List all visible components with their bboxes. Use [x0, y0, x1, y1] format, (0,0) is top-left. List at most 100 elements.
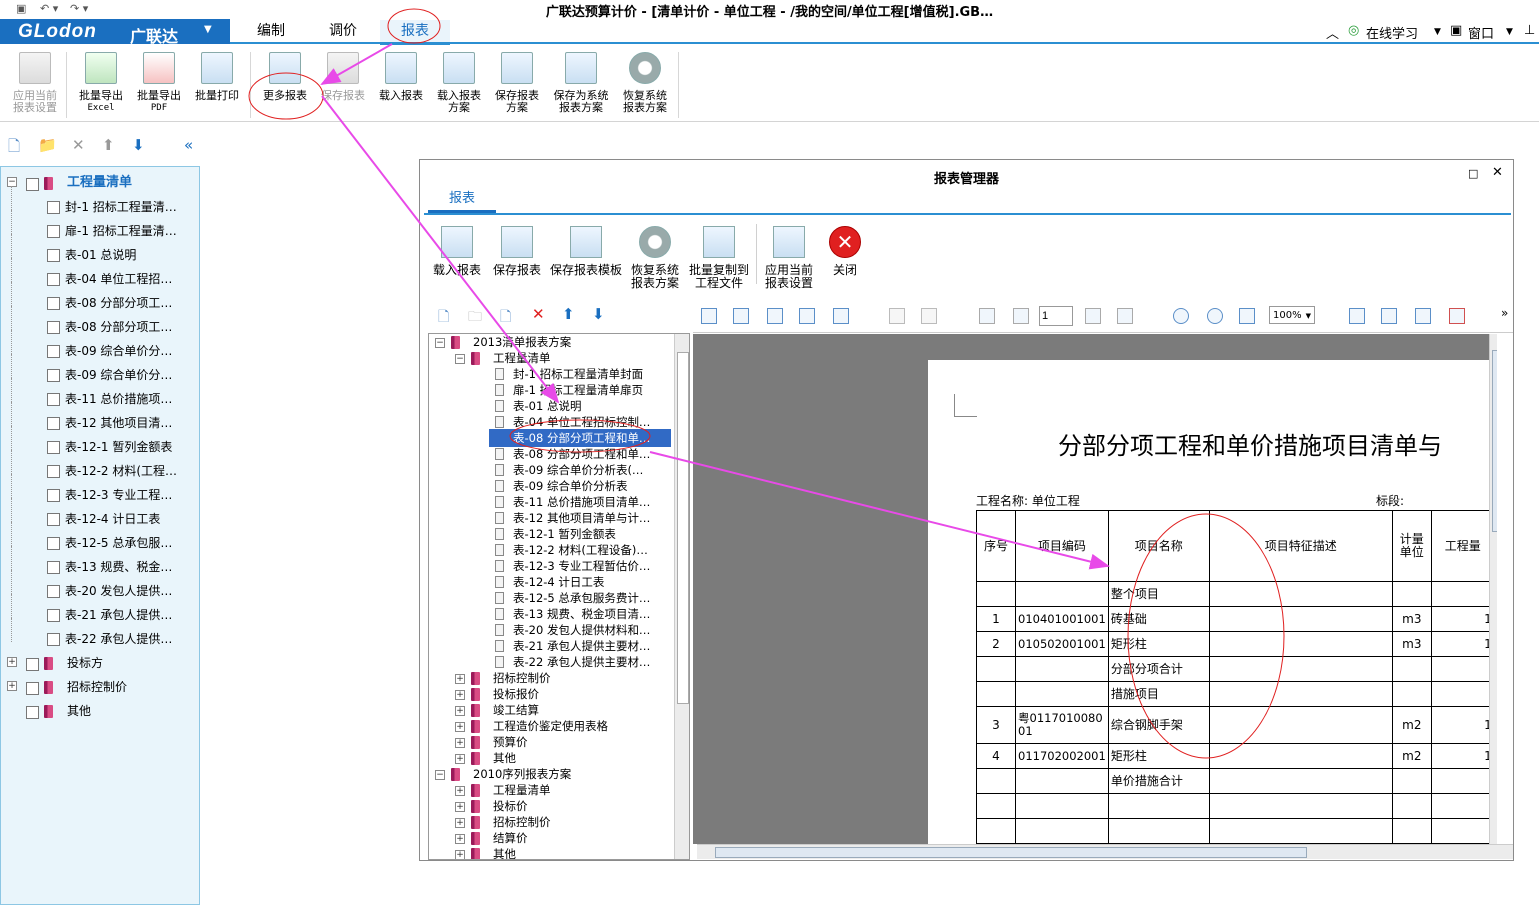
- tree-item-report[interactable]: 表-12-3 专业工程…: [65, 486, 172, 504]
- dlg-close-button[interactable]: ✕ 关闭: [822, 226, 868, 277]
- new-folder-icon[interactable]: 🗀: [468, 306, 482, 330]
- tree-scrollbar[interactable]: [674, 334, 689, 859]
- first-page-icon[interactable]: [979, 308, 995, 324]
- tree-item-report[interactable]: 表-09 综合单价分…: [65, 342, 172, 360]
- scrollbar-thumb[interactable]: [1492, 350, 1497, 532]
- tree-item-report[interactable]: 封-1 招标工程量清…: [65, 198, 177, 216]
- tree-item-report[interactable]: 表-20 发包人提供…: [65, 582, 172, 600]
- apply-settings-button[interactable]: 应用当前 报表设置: [8, 52, 62, 114]
- checkbox[interactable]: [47, 561, 60, 574]
- scrollbar-thumb[interactable]: [715, 847, 1307, 858]
- dlg-load-report-button[interactable]: 载入报表: [430, 226, 484, 277]
- checkbox[interactable]: [47, 489, 60, 502]
- overflow-icon[interactable]: »: [1501, 306, 1508, 320]
- move-up-icon[interactable]: ⬆: [102, 136, 115, 154]
- checkbox[interactable]: [47, 297, 60, 310]
- load-scheme-button[interactable]: 载入报表 方案: [432, 52, 486, 114]
- new-report-icon[interactable]: 🗋: [8, 136, 20, 161]
- new-report-icon[interactable]: 🗋: [438, 306, 449, 330]
- dialog-tab-report[interactable]: 报表: [428, 188, 496, 213]
- checkbox[interactable]: [47, 345, 60, 358]
- export-excel-icon[interactable]: [1381, 308, 1397, 324]
- tree-item-report[interactable]: 表-04 单位工程招…: [65, 270, 172, 288]
- checkbox[interactable]: [47, 441, 60, 454]
- zoom-out-icon[interactable]: [1207, 308, 1223, 324]
- checkbox[interactable]: [47, 249, 60, 262]
- tree-item-report[interactable]: 表-21 承包人提供…: [65, 606, 172, 624]
- expand-icon[interactable]: +: [455, 738, 465, 748]
- window-menu[interactable]: 窗口: [1468, 23, 1494, 42]
- page-icon[interactable]: [889, 308, 905, 324]
- checkbox[interactable]: [47, 633, 60, 646]
- chevron-down-icon[interactable]: ▼: [1434, 27, 1441, 37]
- tree-item-report[interactable]: 表-08 分部分项工…: [65, 294, 172, 312]
- viewer-vscroll[interactable]: [1489, 334, 1497, 844]
- scrollbar-thumb[interactable]: [677, 352, 689, 704]
- collapse-icon[interactable]: −: [435, 770, 445, 780]
- dlg-save-template-button[interactable]: 保存报表模板: [548, 226, 624, 277]
- export-icon[interactable]: [1349, 308, 1365, 324]
- fit-page-icon[interactable]: [1239, 308, 1255, 324]
- tree-item-report[interactable]: 表-09 综合单价分…: [65, 366, 172, 384]
- tree-item-report[interactable]: 表-13 规费、税金…: [65, 558, 172, 576]
- copy-report-icon[interactable]: 🗋: [500, 306, 511, 330]
- save-report-button[interactable]: 保存报表: [316, 52, 370, 102]
- app-logo[interactable]: GLodon 广联达 ▼: [0, 19, 230, 46]
- checkbox[interactable]: [47, 369, 60, 382]
- page-number-input[interactable]: [1039, 306, 1073, 326]
- checkbox[interactable]: [47, 225, 60, 238]
- expand-icon[interactable]: +: [455, 786, 465, 796]
- tree-item-report[interactable]: 表-12 其他项目清…: [65, 414, 172, 432]
- viewer-hscroll[interactable]: [697, 844, 1513, 859]
- expand-icon[interactable]: +: [7, 657, 17, 667]
- move-down-icon[interactable]: ⬇: [132, 136, 145, 154]
- tree-item-report[interactable]: 表-12-4 计日工表: [65, 510, 160, 528]
- edit-icon[interactable]: [701, 308, 717, 324]
- tab-price-adjust[interactable]: 调价: [320, 20, 366, 42]
- tree-item-report[interactable]: 表-11 总价措施项…: [65, 390, 172, 408]
- export-excel-button[interactable]: 批量导出 Excel: [74, 52, 128, 114]
- expand-icon[interactable]: +: [455, 802, 465, 812]
- print-icon[interactable]: [833, 308, 849, 324]
- design-icon[interactable]: [733, 308, 749, 324]
- save-scheme-button[interactable]: 保存报表 方案: [490, 52, 544, 114]
- collapse-panel-icon[interactable]: «: [184, 136, 193, 154]
- save-sys-scheme-button[interactable]: 保存为系统 报表方案: [548, 52, 614, 114]
- checkbox[interactable]: [26, 658, 39, 671]
- expand-icon[interactable]: +: [455, 754, 465, 764]
- note-icon[interactable]: [799, 308, 815, 324]
- checkbox[interactable]: [47, 537, 60, 550]
- checkbox[interactable]: [47, 273, 60, 286]
- export-pdf-button[interactable]: 批量导出 PDF: [132, 52, 186, 114]
- tree-item-bidder[interactable]: 投标方: [67, 654, 103, 672]
- tree-item-report[interactable]: 表-12-2 材料(工程…: [65, 462, 177, 480]
- dlg-batch-copy-button[interactable]: 批量复制到 工程文件: [686, 226, 752, 290]
- export-word-icon[interactable]: [1415, 308, 1431, 324]
- tree-folder[interactable]: 其他: [493, 845, 516, 859]
- dlg-save-report-button[interactable]: 保存报表: [490, 226, 544, 277]
- pages-icon[interactable]: [921, 308, 937, 324]
- tree-item-report[interactable]: 表-12-5 总承包服…: [65, 534, 172, 552]
- tree-root-qd[interactable]: 工程量清单: [67, 174, 132, 192]
- zoom-select[interactable]: 100% ▼: [1269, 306, 1315, 324]
- dlg-apply-button[interactable]: 应用当前 报表设置: [762, 226, 816, 290]
- dlg-restore-button[interactable]: 恢复系统 报表方案: [628, 226, 682, 290]
- restore-sys-scheme-button[interactable]: 恢复系统 报表方案: [616, 52, 674, 114]
- last-page-icon[interactable]: [1117, 308, 1133, 324]
- checkbox[interactable]: [47, 513, 60, 526]
- checkbox[interactable]: [47, 201, 60, 214]
- move-down-icon[interactable]: ⬇: [592, 305, 605, 323]
- checkbox[interactable]: [26, 682, 39, 695]
- expand-icon[interactable]: +: [455, 706, 465, 716]
- expand-icon[interactable]: +: [455, 850, 465, 859]
- close-icon[interactable]: ✕: [1492, 165, 1503, 180]
- prev-page-icon[interactable]: [1013, 308, 1029, 324]
- more-reports-button[interactable]: 更多报表: [256, 52, 314, 102]
- checkbox[interactable]: [26, 178, 39, 191]
- tab-edit[interactable]: 编制: [248, 20, 294, 42]
- tree-item-control-price[interactable]: 招标控制价: [67, 678, 127, 696]
- load-report-button[interactable]: 载入报表: [374, 52, 428, 102]
- checkbox[interactable]: [47, 609, 60, 622]
- tree-item-report[interactable]: 表-08 分部分项工…: [65, 318, 172, 336]
- tab-report[interactable]: 报表: [380, 20, 450, 45]
